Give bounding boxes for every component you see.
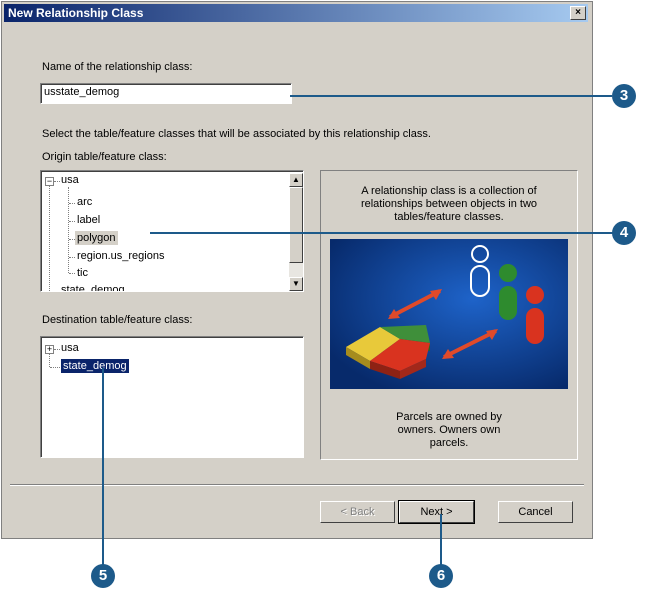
- scroll-thumb[interactable]: [289, 187, 303, 263]
- tree-item-polygon[interactable]: polygon: [75, 231, 118, 245]
- callout-line-6: [440, 514, 442, 566]
- tree-connector: [69, 221, 75, 222]
- cancel-button[interactable]: Cancel: [498, 501, 573, 523]
- tree-connector: [49, 353, 50, 367]
- callout-line-5: [102, 368, 104, 566]
- callout-5: 5: [91, 564, 115, 588]
- tree-item-state-demog[interactable]: state_demog: [61, 284, 125, 291]
- origin-tree[interactable]: − usa arc label polygon region.us_region…: [40, 170, 304, 292]
- dialog-title: New Relationship Class: [8, 6, 144, 20]
- origin-label: Origin table/feature class:: [42, 151, 167, 163]
- illustration-caption: Parcels are owned by owners. Owners own …: [396, 411, 502, 449]
- relationship-illustration: [330, 239, 568, 389]
- close-button[interactable]: ×: [570, 6, 586, 20]
- callout-line-4: [150, 232, 614, 234]
- new-relationship-class-dialog: New Relationship Class × Name of the rel…: [1, 1, 593, 539]
- select-instructions: Select the table/feature classes that wi…: [42, 128, 431, 140]
- tree-item-region[interactable]: region.us_regions: [77, 250, 164, 262]
- info-panel: A relationship class is a collection of …: [320, 170, 578, 460]
- tree-connector: [50, 291, 60, 292]
- tree-connector: [69, 257, 75, 258]
- scroll-up-arrow-icon[interactable]: ▲: [289, 173, 303, 187]
- destination-tree[interactable]: + usa state_demog: [40, 336, 304, 458]
- tree-item-tic[interactable]: tic: [77, 267, 88, 279]
- tree-connector: [69, 203, 75, 204]
- tree-connector: [50, 367, 60, 368]
- tree-connector: [69, 273, 75, 274]
- relationship-name-input[interactable]: usstate_demog: [40, 83, 292, 104]
- tree-connector: [49, 185, 50, 291]
- next-button[interactable]: Next >: [398, 500, 475, 524]
- callout-4: 4: [612, 221, 636, 245]
- tree-item-usa[interactable]: usa: [61, 342, 79, 354]
- tree-connector: [54, 181, 60, 182]
- tree-item-state-demog-selected[interactable]: state_demog: [61, 359, 129, 373]
- tree-item-arc[interactable]: arc: [77, 196, 92, 208]
- name-label: Name of the relationship class:: [42, 61, 193, 73]
- back-button[interactable]: < Back: [320, 501, 395, 523]
- callout-6: 6: [429, 564, 453, 588]
- cancel-button-label: Cancel: [518, 506, 553, 518]
- scroll-down-arrow-icon[interactable]: ▼: [289, 277, 303, 291]
- tree-connector: [68, 187, 69, 273]
- tree-item-label[interactable]: label: [77, 214, 100, 226]
- info-description: A relationship class is a collection of …: [360, 185, 538, 223]
- tree-item-usa[interactable]: usa: [61, 174, 79, 186]
- separator: [10, 484, 584, 486]
- next-button-label: Next >: [420, 506, 453, 518]
- callout-3: 3: [612, 84, 636, 108]
- tree-connector: [54, 349, 60, 350]
- parcels-owners-illustration: [330, 239, 568, 389]
- back-button-label: < Back: [340, 506, 375, 518]
- callout-line-3: [290, 95, 612, 97]
- title-bar: New Relationship Class ×: [4, 4, 588, 22]
- destination-label: Destination table/feature class:: [42, 314, 193, 326]
